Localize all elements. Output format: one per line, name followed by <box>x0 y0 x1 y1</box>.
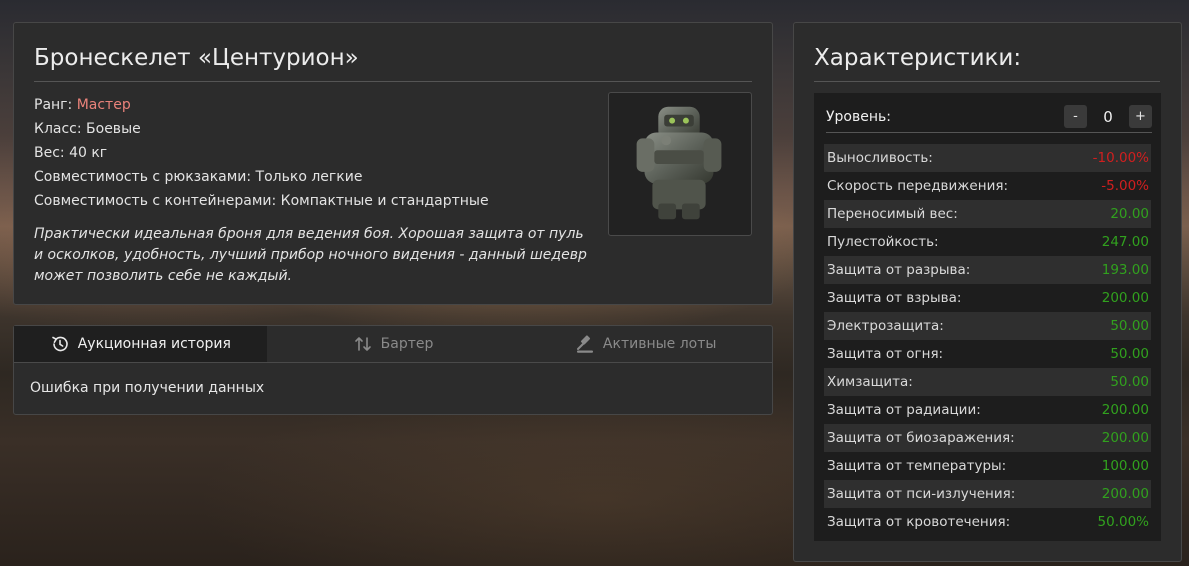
stat-row: Пулестойкость: 247.00 <box>824 228 1151 256</box>
stat-row: Защита от радиации: 200.00 <box>824 396 1151 424</box>
weight-line: Вес: 40 кг <box>34 145 108 161</box>
tab-active-lots-label: Активные лоты <box>602 336 717 352</box>
stat-value: 50.00 <box>1110 346 1149 362</box>
level-value: 0 <box>1103 107 1113 126</box>
stat-value: 200.00 <box>1101 290 1149 306</box>
stat-name: Химзащита: <box>827 374 913 390</box>
stat-name: Защита от кровотечения: <box>827 514 1011 530</box>
stat-name: Защита от взрыва: <box>827 290 962 306</box>
stat-name: Защита от радиации: <box>827 402 981 418</box>
stat-row: Выносливость: -10.00% <box>824 144 1151 172</box>
stat-name: Защита от температуры: <box>827 458 1007 474</box>
stat-name: Переносимый вес: <box>827 206 958 222</box>
level-increase-button[interactable]: + <box>1129 105 1152 128</box>
rank-value: Мастер <box>76 97 131 113</box>
stat-name: Защита от биозаражения: <box>827 430 1015 446</box>
stats-panel: Характеристики: Уровень: - 0 + Выносливо… <box>793 22 1182 562</box>
stat-row: Защита от биозаражения: 200.00 <box>824 424 1151 452</box>
error-message: Ошибка при получении данных <box>30 380 265 396</box>
stat-value: 200.00 <box>1101 430 1149 446</box>
item-image <box>608 92 752 236</box>
stats-box: Уровень: - 0 + Выносливость: -10.00% Скор… <box>814 93 1161 541</box>
market-tabs-panel: Аукционная история Бартер Активные лоты … <box>13 325 773 415</box>
level-row: Уровень: - 0 + <box>826 101 1152 133</box>
stat-row: Защита от температуры: 100.00 <box>824 452 1151 480</box>
item-description: Практически идеальная броня для ведения … <box>34 226 587 284</box>
stat-name: Защита от огня: <box>827 346 944 362</box>
stat-row: Защита от огня: 50.00 <box>824 340 1151 368</box>
stat-row: Скорость передвижения: -5.00% <box>824 172 1151 200</box>
stat-row: Электрозащита: 50.00 <box>824 312 1151 340</box>
stat-value: 247.00 <box>1101 234 1149 250</box>
backpack-compat-line: Совместимость с рюкзаками: Только легкие <box>34 169 363 185</box>
stat-value: 193.00 <box>1101 262 1149 278</box>
container-compat-line: Совместимость с контейнерами: Компактные… <box>34 193 489 209</box>
stats-list: Выносливость: -10.00% Скорость передвижен… <box>824 144 1151 536</box>
stat-value: 50.00% <box>1097 514 1149 530</box>
tab-barter-label: Бартер <box>380 336 434 352</box>
class-line: Класс: Боевые <box>34 121 141 137</box>
stat-value: 200.00 <box>1101 402 1149 418</box>
stat-name: Выносливость: <box>827 150 933 166</box>
stat-row: Защита от пси-излучения: 200.00 <box>824 480 1151 508</box>
rank-line: Ранг: Мастер <box>34 93 489 117</box>
stat-value: -5.00% <box>1101 178 1149 194</box>
stat-name: Скорость передвижения: <box>827 178 1009 194</box>
history-icon <box>51 336 68 352</box>
stat-value: 20.00 <box>1110 206 1149 222</box>
stats-title: Характеристики: <box>814 45 1160 82</box>
stat-name: Защита от пси-излучения: <box>827 486 1016 502</box>
armor-icon <box>636 106 722 220</box>
swap-vertical-icon <box>354 337 371 351</box>
item-info-panel: Бронескелет «Центурион» Ранг: Мастер Кла… <box>13 22 773 305</box>
level-decrease-button[interactable]: - <box>1064 105 1087 128</box>
level-label: Уровень: <box>826 108 891 125</box>
tab-auction-history[interactable]: Аукционная история <box>14 326 267 362</box>
stat-row: Химзащита: 50.00 <box>824 368 1151 396</box>
stat-value: -10.00% <box>1092 150 1149 166</box>
tab-barter[interactable]: Бартер <box>267 326 520 362</box>
stat-name: Защита от разрыва: <box>827 262 971 278</box>
item-title: Бронескелет «Центурион» <box>34 45 752 82</box>
stat-row: Защита от разрыва: 193.00 <box>824 256 1151 284</box>
stat-row: Переносимый вес: 20.00 <box>824 200 1151 228</box>
stat-name: Пулестойкость: <box>827 234 939 250</box>
tab-active-lots[interactable]: Активные лоты <box>519 326 772 362</box>
tab-auction-history-label: Аукционная история <box>77 336 231 352</box>
stat-row: Защита от кровотечения: 50.00% <box>824 508 1151 536</box>
stat-value: 100.00 <box>1101 458 1149 474</box>
tab-bar: Аукционная история Бартер Активные лоты <box>14 326 772 363</box>
stat-value: 50.00 <box>1110 318 1149 334</box>
stat-row: Защита от взрыва: 200.00 <box>824 284 1151 312</box>
item-properties: Ранг: Мастер Класс: Боевые Вес: 40 кг Со… <box>34 93 489 213</box>
stat-value: 200.00 <box>1101 486 1149 502</box>
rank-label: Ранг: <box>34 97 77 113</box>
gavel-icon <box>576 335 593 353</box>
stat-value: 50.00 <box>1110 374 1149 390</box>
stat-name: Электрозащита: <box>827 318 944 334</box>
